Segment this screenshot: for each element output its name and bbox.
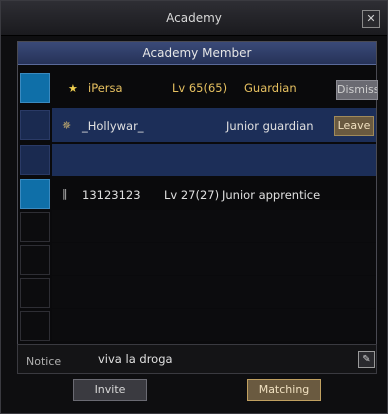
close-icon[interactable]: ✕ xyxy=(362,10,380,28)
window-title: Academy xyxy=(166,11,222,25)
member-role: Guardian xyxy=(244,81,297,95)
member-role: Junior apprentice xyxy=(222,188,321,202)
edit-icon[interactable]: ✎ xyxy=(358,351,375,368)
member-name: iPersa xyxy=(88,81,123,95)
member-portrait xyxy=(20,278,50,308)
notice-bar: Notice viva la droga ✎ xyxy=(17,344,377,374)
member-name: _Hollywar_ xyxy=(82,119,144,133)
empty-slot[interactable] xyxy=(18,144,376,176)
invite-button[interactable]: Invite xyxy=(73,379,147,401)
empty-slot[interactable] xyxy=(18,243,376,275)
rank-bar-icon: ‖ xyxy=(62,187,68,200)
empty-slot[interactable] xyxy=(18,309,376,341)
member-level: Lv 27(27) xyxy=(164,188,220,202)
empty-slot[interactable] xyxy=(18,276,376,308)
star-icon: ★ xyxy=(68,82,78,95)
member-row[interactable]: ‖ 13123123 Lv 27(27) Junior apprentice xyxy=(18,178,376,210)
member-role: Junior guardian xyxy=(226,119,314,133)
star-outline-icon: ✵ xyxy=(62,119,72,132)
member-portrait xyxy=(20,311,50,341)
empty-slot[interactable] xyxy=(18,210,376,242)
member-panel: Academy Member ★ iPersa Lv 65(65) Guardi… xyxy=(17,41,378,345)
notice-text: viva la droga xyxy=(98,352,173,366)
member-portrait xyxy=(20,179,50,209)
member-portrait xyxy=(20,212,50,242)
member-row[interactable]: ★ iPersa Lv 65(65) Guardian Dismiss xyxy=(18,70,378,106)
title-bar: Academy ✕ xyxy=(1,1,387,36)
member-portrait xyxy=(20,110,50,140)
member-portrait xyxy=(20,245,50,275)
dismiss-button[interactable]: Dismiss xyxy=(336,80,378,100)
member-level: Lv 65(65) xyxy=(172,81,228,95)
panel-header: Academy Member xyxy=(18,42,376,65)
member-portrait xyxy=(20,145,50,175)
member-row[interactable]: ✵ _Hollywar_ Junior guardian Leave xyxy=(18,108,376,142)
leave-button[interactable]: Leave xyxy=(334,116,374,136)
member-name: 13123123 xyxy=(82,188,141,202)
matching-button[interactable]: Matching xyxy=(247,379,321,401)
academy-window: Academy ✕ Academy Member ★ iPersa Lv 65(… xyxy=(0,0,388,414)
member-portrait xyxy=(20,73,50,103)
notice-label: Notice xyxy=(26,355,62,368)
